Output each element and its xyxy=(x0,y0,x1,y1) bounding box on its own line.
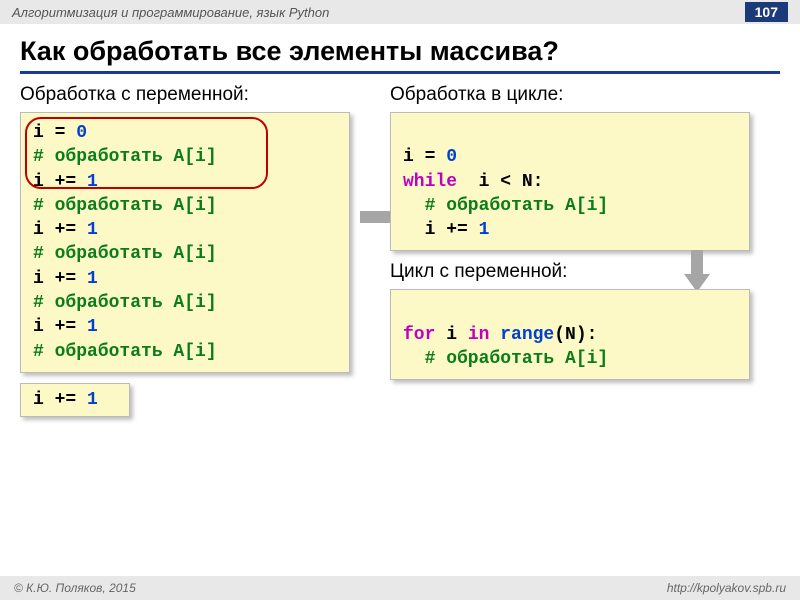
footer: © К.Ю. Поляков, 2015 http://kpolyakov.sp… xyxy=(0,576,800,600)
code-text: i += xyxy=(33,172,87,192)
code-text: i = xyxy=(403,147,446,167)
columns: Обработка с переменной: i = 0 # обработа… xyxy=(20,84,780,417)
code-builtin: range xyxy=(489,325,554,345)
code-literal: 1 xyxy=(87,172,98,192)
right-column: Обработка в цикле: i = 0 while i < N: # о… xyxy=(390,84,750,417)
code-text: i = xyxy=(33,123,76,143)
code-text: i += xyxy=(33,269,87,289)
code-unrolled: i = 0 # обработать A[i] i += 1 # обработ… xyxy=(20,112,350,373)
code-text: (N): xyxy=(554,325,597,345)
left-column: Обработка с переменной: i = 0 # обработа… xyxy=(20,84,350,417)
code-literal: 1 xyxy=(87,269,98,289)
code-literal: 0 xyxy=(76,123,87,143)
code-keyword: for xyxy=(403,325,435,345)
code-comment: # обработать A[i] xyxy=(33,340,337,364)
code-keyword: while xyxy=(403,172,457,192)
code-literal: 0 xyxy=(446,147,457,167)
code-literal: 1 xyxy=(479,220,490,240)
left-heading: Обработка с переменной: xyxy=(20,84,350,106)
code-comment: # обработать A[i] xyxy=(33,242,337,266)
code-text: i xyxy=(435,325,467,345)
code-literal: 1 xyxy=(87,220,98,240)
code-comment: # обработать A[i] xyxy=(33,291,337,315)
code-comment: # обработать A[i] xyxy=(33,145,337,169)
code-text: i += xyxy=(33,220,87,240)
footer-url: http://kpolyakov.spb.ru xyxy=(667,581,786,595)
code-text: i < N: xyxy=(457,172,543,192)
code-comment: # обработать A[i] xyxy=(403,347,737,371)
topbar: Алгоритмизация и программирование, язык … xyxy=(0,0,800,24)
slide-content: Как обработать все элементы массива? Обр… xyxy=(0,24,800,417)
code-text: i += xyxy=(33,390,87,410)
code-text: i += xyxy=(403,220,479,240)
arrow-down-icon xyxy=(684,250,710,292)
right-heading-1: Обработка в цикле: xyxy=(390,84,750,106)
slide-title: Как обработать все элементы массива? xyxy=(20,36,780,74)
code-while: i = 0 while i < N: # обработать A[i] i +=… xyxy=(390,112,750,251)
code-for: for i in range(N): # обработать A[i] xyxy=(390,289,750,380)
breadcrumb: Алгоритмизация и программирование, язык … xyxy=(12,5,329,20)
code-comment: # обработать A[i] xyxy=(403,194,737,218)
code-keyword: in xyxy=(468,325,490,345)
code-tail: i += 1 xyxy=(20,383,130,417)
code-comment: # обработать A[i] xyxy=(33,194,337,218)
code-text: i += xyxy=(33,317,87,337)
code-literal: 1 xyxy=(87,317,98,337)
page-number: 107 xyxy=(745,2,788,22)
code-literal: 1 xyxy=(87,390,98,410)
footer-copyright: © К.Ю. Поляков, 2015 xyxy=(14,581,136,595)
